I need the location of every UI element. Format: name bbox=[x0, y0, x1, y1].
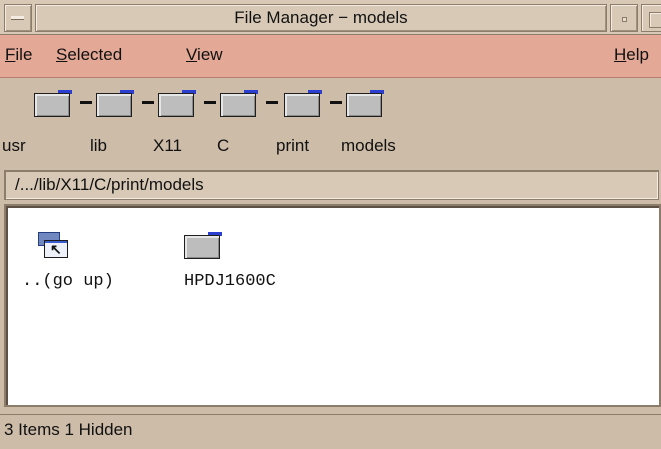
path-label-usr[interactable]: usr bbox=[2, 136, 26, 156]
path-connector bbox=[204, 101, 216, 104]
file-item-hpdj1600c[interactable]: HPDJ1600C bbox=[184, 272, 276, 291]
menu-file-mnemonic: F bbox=[5, 45, 16, 64]
go-up-icon[interactable]: ↖ bbox=[36, 232, 68, 260]
path-folder-models-icon[interactable] bbox=[346, 90, 384, 117]
path-folder-lib-icon[interactable] bbox=[96, 90, 134, 117]
path-label-c[interactable]: C bbox=[217, 136, 229, 156]
window-menu-icon bbox=[11, 16, 24, 20]
window-title[interactable]: File Manager − models bbox=[35, 4, 607, 32]
menu-view[interactable]: View bbox=[186, 45, 223, 65]
title-bar[interactable]: File Manager − models bbox=[0, 0, 661, 35]
path-connector bbox=[330, 101, 342, 104]
path-folder-c-icon[interactable] bbox=[220, 90, 258, 117]
path-folder-x11-icon[interactable] bbox=[158, 90, 196, 117]
path-field[interactable]: /.../lib/X11/C/print/models bbox=[4, 170, 659, 200]
menu-view-mnemonic: V bbox=[186, 45, 198, 64]
menu-help-mnemonic: H bbox=[614, 45, 627, 64]
status-text: 3 Items 1 Hidden bbox=[4, 420, 133, 439]
file-manager-window: File Manager − models File Selected View… bbox=[0, 0, 661, 449]
status-bar: 3 Items 1 Hidden bbox=[0, 414, 661, 449]
minimize-icon bbox=[622, 17, 627, 22]
path-folder-usr-icon[interactable] bbox=[34, 90, 72, 117]
path-label-lib[interactable]: lib bbox=[90, 136, 107, 156]
path-connector bbox=[266, 101, 278, 104]
path-connector bbox=[80, 101, 92, 104]
menu-selected-mnemonic: S bbox=[56, 45, 68, 64]
file-item-go-up[interactable]: ..(go up) bbox=[22, 272, 114, 291]
folder-icon[interactable] bbox=[184, 232, 222, 260]
path-folder-print-icon[interactable] bbox=[284, 90, 322, 117]
menu-selected[interactable]: Selected bbox=[56, 45, 122, 65]
window-menu-button[interactable] bbox=[4, 4, 32, 32]
menu-help[interactable]: Help bbox=[614, 45, 649, 65]
path-connector bbox=[142, 101, 154, 104]
path-label-models[interactable]: models bbox=[341, 136, 396, 156]
path-label-x11[interactable]: X11 bbox=[153, 136, 182, 156]
menu-help-label: elp bbox=[626, 45, 649, 64]
menu-view-label: iew bbox=[197, 45, 223, 64]
menu-bar: File Selected View Help bbox=[0, 35, 661, 78]
minimize-button[interactable] bbox=[610, 4, 638, 32]
file-list-area[interactable] bbox=[4, 204, 661, 407]
menu-file-label: ile bbox=[15, 45, 33, 64]
menu-file[interactable]: File bbox=[5, 45, 32, 65]
path-text: /.../lib/X11/C/print/models bbox=[15, 175, 204, 194]
path-label-print[interactable]: print bbox=[276, 136, 309, 156]
maximize-icon bbox=[649, 12, 661, 28]
menu-selected-label: elected bbox=[67, 45, 123, 64]
maximize-button[interactable] bbox=[641, 4, 661, 32]
